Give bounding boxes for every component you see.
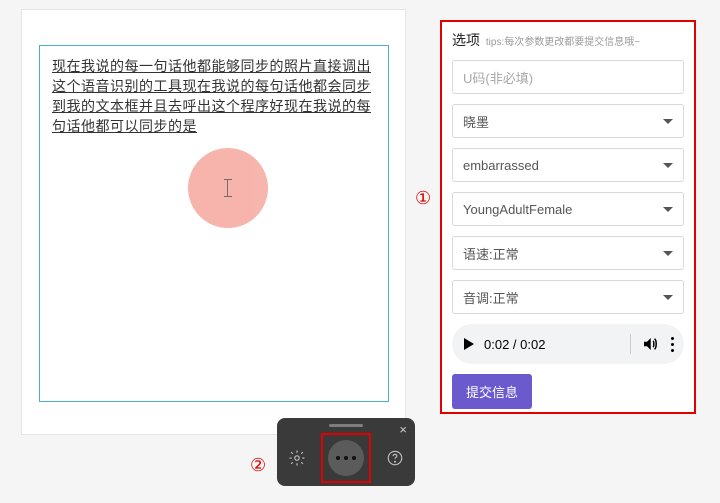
cursor-indicator [188,148,268,228]
settings-button[interactable] [282,443,312,473]
gender-select[interactable]: YoungAdultFemale [452,192,684,226]
options-tips: tips:每次参数更改都要提交信息哦~ [486,37,640,48]
voice-select[interactable]: 晓墨 [452,104,684,138]
help-button[interactable] [380,443,410,473]
submit-button[interactable]: 提交信息 [452,374,532,409]
options-panel: 选项 tips:每次参数更改都要提交信息哦~ U码(非必填) 晓墨 embarr… [440,20,696,414]
audio-separator [630,334,631,354]
transcript-text: 现在我说的每一句话他都能够同步的照片直接调出这个语音识别的工具现在我说的每句话他… [40,46,388,146]
close-icon[interactable]: × [399,422,407,437]
chevron-down-icon [663,163,673,168]
chevron-down-icon [663,295,673,300]
audio-more-icon[interactable] [671,337,674,352]
more-button[interactable] [328,440,364,476]
chevron-down-icon [663,119,673,124]
text-cursor-icon [227,179,229,197]
audio-player[interactable]: 0:02 / 0:02 [452,324,684,364]
chevron-down-icon [663,207,673,212]
dot-icon [344,456,348,460]
callout-1: ① [415,188,431,209]
pitch-select[interactable]: 音调:正常 [452,280,684,314]
ucode-input[interactable]: U码(非必填) [452,60,684,94]
options-header: 选项 tips:每次参数更改都要提交信息哦~ [452,30,684,50]
more-button-highlight [321,433,371,483]
dot-icon [352,456,356,460]
options-title: 选项 [452,32,480,48]
callout-2: ② [250,455,266,476]
emotion-select[interactable]: embarrassed [452,148,684,182]
transcript-textarea[interactable]: 现在我说的每一句话他都能够同步的照片直接调出这个语音识别的工具现在我说的每句话他… [39,45,389,402]
dot-icon [336,456,340,460]
volume-icon[interactable] [641,335,659,353]
play-icon[interactable] [464,338,474,350]
speed-value: 语速:正常 [463,244,519,263]
chevron-down-icon [663,251,673,256]
pitch-value: 音调:正常 [463,288,519,307]
audio-time: 0:02 / 0:02 [484,337,545,352]
ucode-placeholder: U码(非必填) [463,68,533,87]
help-icon [386,449,404,467]
gender-value: YoungAdultFemale [463,202,572,217]
gear-icon [288,449,306,467]
emotion-value: embarrassed [463,158,539,173]
drag-handle-icon[interactable] [329,424,363,427]
speed-select[interactable]: 语速:正常 [452,236,684,270]
voice-value: 晓墨 [463,112,489,131]
floating-toolbar[interactable]: × [277,418,415,486]
